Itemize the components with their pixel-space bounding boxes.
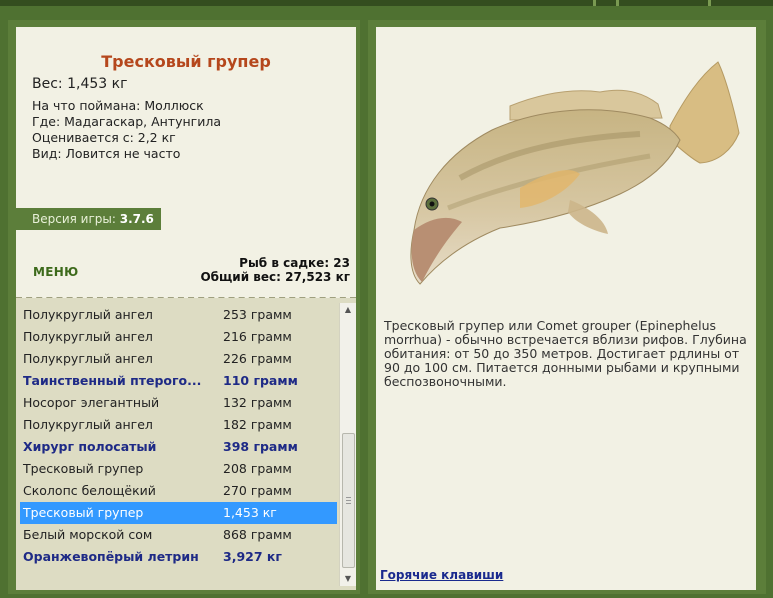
fish-bait: На что поймана: Моллюск: [32, 98, 204, 113]
catch-fish-weight: 270 грамм: [223, 483, 292, 498]
catch-list-item[interactable]: Оранжевопёрый летрин 3,927 кг: [20, 546, 337, 568]
catch-fish-name: Оранжевопёрый летрин: [23, 549, 199, 564]
catch-fish-weight: 110 грамм: [223, 373, 298, 388]
catch-fish-weight: 182 грамм: [223, 417, 292, 432]
version-number: 3.7.6: [119, 212, 154, 226]
catch-list-item[interactable]: Белый морской сом 868 грамм: [20, 524, 337, 546]
catch-list-item[interactable]: Хирург полосатый 398 грамм: [20, 436, 337, 458]
catch-list-item[interactable]: Таинственный птерого... 110 грамм: [20, 370, 337, 392]
catch-fish-name: Носорог элегантный: [23, 395, 160, 410]
hotkeys-link[interactable]: Горячие клавиши: [380, 568, 503, 582]
catch-fish-name: Сколопс белощёкий: [23, 483, 156, 498]
catch-fish-weight: 216 грамм: [223, 329, 292, 344]
thumb-grip: [346, 503, 351, 504]
catch-fish-name: Полукруглый ангел: [23, 329, 153, 344]
fish-location: Где: Мадагаскар, Антунгила: [32, 114, 221, 129]
menu-button[interactable]: МЕНЮ: [33, 265, 78, 279]
fish-weight: Вес: 1,453 кг: [32, 76, 128, 92]
thumb-grip: [346, 500, 351, 501]
catch-fish-weight: 208 грамм: [223, 461, 292, 476]
window-top-bar: [0, 0, 773, 6]
catch-fish-weight: 868 грамм: [223, 527, 292, 542]
catch-fish-weight: 132 грамм: [223, 395, 292, 410]
fish-name-title: Тресковый групер: [101, 52, 271, 71]
catch-fish-name: Тресковый групер: [23, 461, 144, 476]
catch-fish-name: Хирург полосатый: [23, 439, 157, 454]
fish-rated-from: Оценивается с: 2,2 кг: [32, 130, 176, 145]
catch-list-item[interactable]: Сколопс белощёкий 270 грамм: [20, 480, 337, 502]
keepnet-fish-count: Рыб в садке: 23: [239, 256, 350, 270]
catch-list: Полукруглый ангел 253 грамм Полукруглый ан…: [16, 298, 356, 590]
catch-list-item[interactable]: Тресковый групер 1,453 кг: [20, 502, 337, 524]
catch-fish-name: Тресковый групер: [23, 505, 144, 520]
catch-fish-name: Полукруглый ангел: [23, 307, 153, 322]
catch-fish-weight: 1,453 кг: [223, 505, 277, 520]
game-version-badge: Версия игры: 3.7.6: [16, 208, 161, 230]
fish-image: [410, 61, 740, 285]
fish-description: Тресковый групер или Comet grouper (Epin…: [384, 318, 747, 389]
scroll-thumb[interactable]: [342, 433, 355, 568]
scroll-down-icon[interactable]: ▼: [340, 572, 356, 586]
catch-fish-weight: 398 грамм: [223, 439, 298, 454]
thumb-grip: [346, 497, 351, 498]
catch-fish-name: Полукруглый ангел: [23, 351, 153, 366]
catch-list-item[interactable]: Полукруглый ангел 226 грамм: [20, 348, 337, 370]
catch-fish-weight: 253 грамм: [223, 307, 292, 322]
top-bar-divider: [616, 0, 619, 6]
catch-fish-name: Белый морской сом: [23, 527, 153, 542]
scroll-up-icon[interactable]: ▲: [340, 303, 356, 317]
catch-list-item[interactable]: Тресковый групер 208 грамм: [20, 458, 337, 480]
catch-fish-name: Полукруглый ангел: [23, 417, 153, 432]
fish-rarity: Вид: Ловится не часто: [32, 146, 181, 161]
keepnet-total-weight: Общий вес: 27,523 кг: [200, 270, 350, 284]
catch-list-item[interactable]: Полукруглый ангел 253 грамм: [20, 304, 337, 326]
version-label: Версия игры:: [32, 212, 116, 226]
top-bar-divider: [708, 0, 711, 6]
catch-list-scrollbar[interactable]: ▲ ▼: [339, 303, 356, 586]
catch-fish-weight: 226 грамм: [223, 351, 292, 366]
catch-fish-name: Таинственный птерого...: [23, 373, 202, 388]
catch-list-item[interactable]: Носорог элегантный 132 грамм: [20, 392, 337, 414]
catch-list-item[interactable]: Полукруглый ангел 182 грамм: [20, 414, 337, 436]
catch-list-item[interactable]: Полукруглый ангел 216 грамм: [20, 326, 337, 348]
top-bar-divider: [593, 0, 596, 6]
catch-fish-weight: 3,927 кг: [223, 549, 282, 564]
